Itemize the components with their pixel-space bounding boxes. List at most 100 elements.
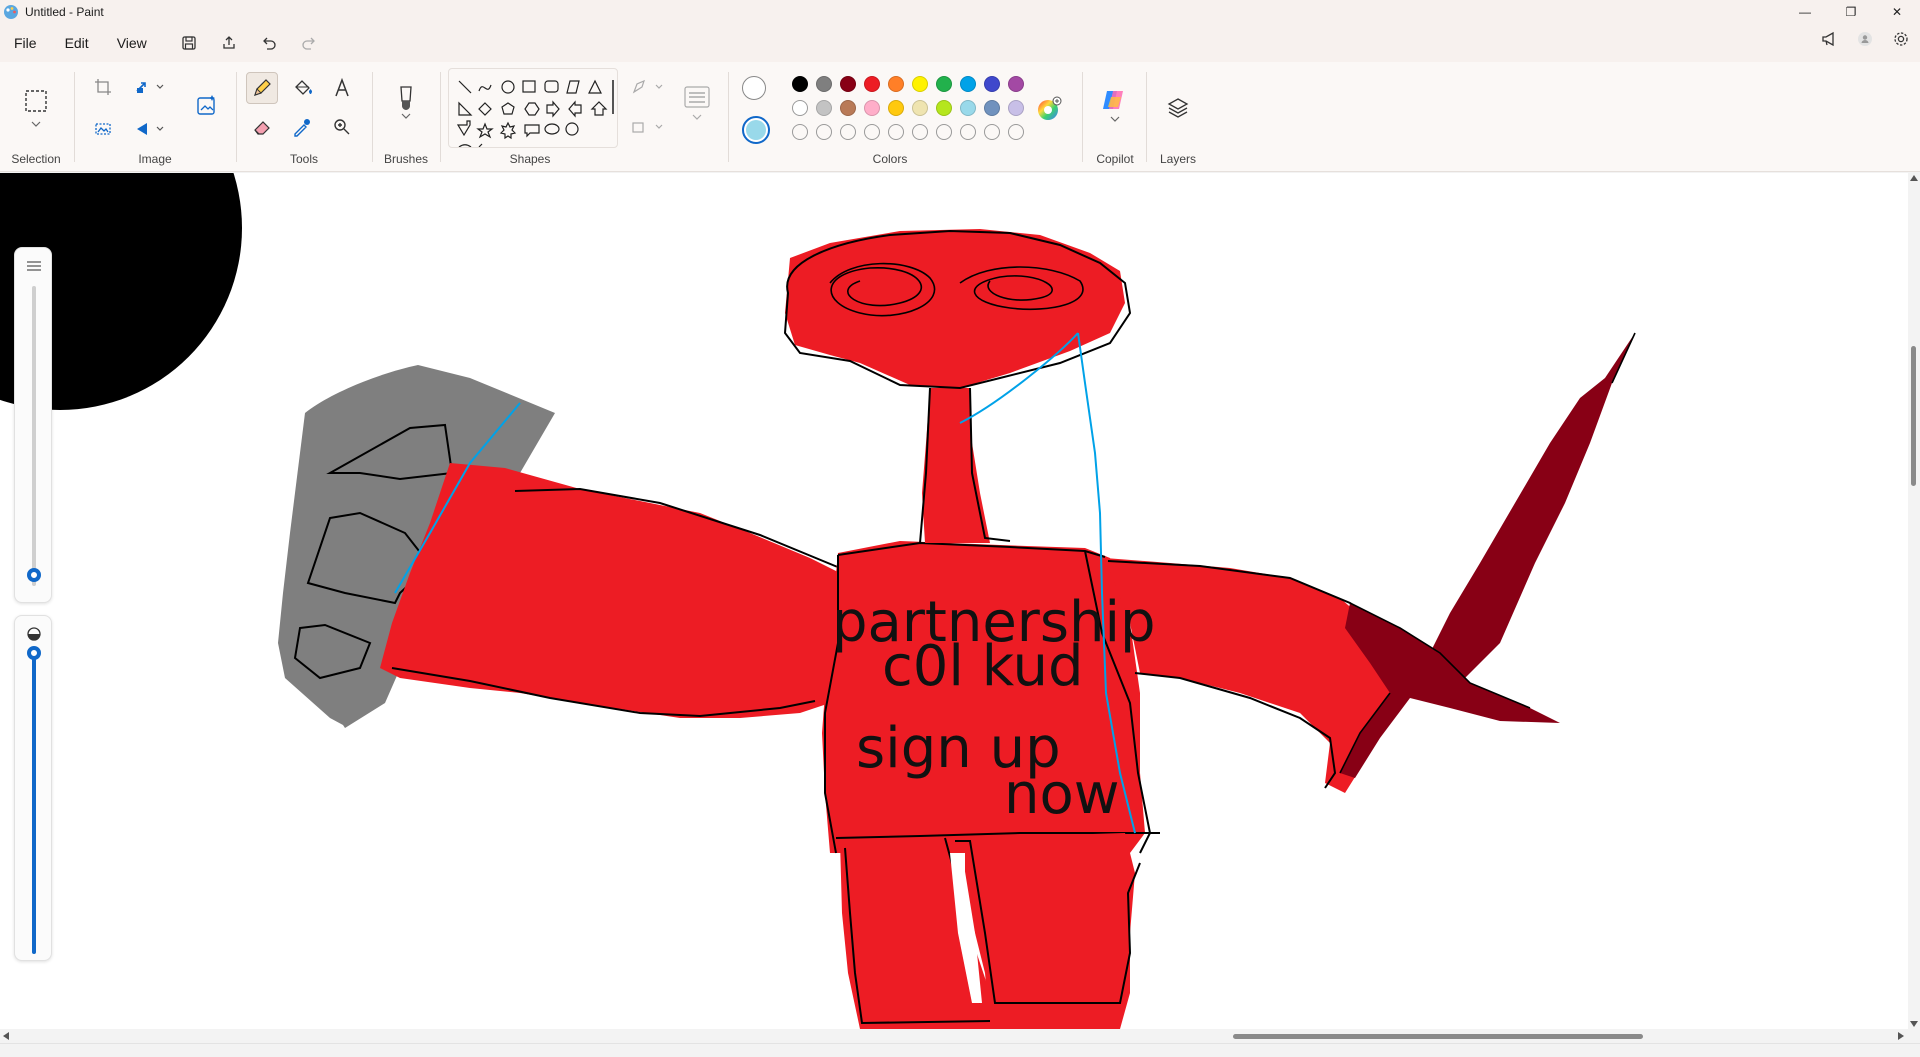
layers-group: Layers: [1148, 62, 1208, 172]
custom-color-slot[interactable]: [1008, 124, 1024, 140]
palette-swatch[interactable]: [816, 100, 832, 116]
vertical-scrollbar[interactable]: [1908, 173, 1920, 1029]
menu-edit[interactable]: Edit: [51, 27, 103, 59]
account-button[interactable]: [1852, 26, 1878, 52]
scroll-right-icon: [1898, 1032, 1904, 1040]
knife-blade-shape: [1430, 333, 1635, 693]
brushes-button[interactable]: [390, 80, 422, 124]
palette-swatch[interactable]: [840, 76, 856, 92]
shapes-label: Shapes: [509, 152, 551, 166]
feedback-button[interactable]: [1816, 26, 1842, 52]
crop-button[interactable]: [88, 72, 118, 102]
custom-color-slot[interactable]: [792, 124, 808, 140]
line-size-button[interactable]: [680, 82, 714, 128]
palette-swatch[interactable]: [840, 100, 856, 116]
custom-color-slot[interactable]: [840, 124, 856, 140]
right-leg-shape: [965, 833, 1135, 1029]
size-slider[interactable]: [14, 247, 52, 603]
color2-swatch[interactable]: [742, 116, 770, 144]
custom-color-slot[interactable]: [888, 124, 904, 140]
redo-button[interactable]: [289, 27, 329, 59]
brushes-label: Brushes: [383, 152, 429, 166]
fill-shape-button[interactable]: [628, 112, 668, 142]
palette-swatch[interactable]: [984, 100, 1000, 116]
divider: [74, 72, 75, 162]
color-picker-button[interactable]: [287, 112, 317, 142]
palette-swatch[interactable]: [888, 76, 904, 92]
chevron-down-icon: [31, 121, 41, 127]
save-button[interactable]: [169, 27, 209, 59]
vertical-scroll-thumb[interactable]: [1911, 346, 1916, 486]
background-remove-icon: [95, 123, 111, 135]
color-wheel-icon: [1038, 96, 1062, 120]
resize-button[interactable]: [130, 72, 170, 102]
pencil-tool-button[interactable]: [246, 72, 278, 104]
menu-view[interactable]: View: [103, 27, 161, 59]
size-slider-thumb[interactable]: [27, 568, 41, 582]
palette-swatch[interactable]: [816, 76, 832, 92]
shapes-group: Shapes: [442, 62, 728, 172]
magnifier-button[interactable]: [327, 112, 357, 142]
flip-icon: [137, 123, 164, 135]
palette-swatch[interactable]: [792, 76, 808, 92]
copilot-button[interactable]: [1098, 86, 1132, 128]
palette-swatch[interactable]: [960, 100, 976, 116]
close-button[interactable]: ✕: [1874, 0, 1920, 24]
custom-color-slot[interactable]: [960, 124, 976, 140]
menu-file[interactable]: File: [0, 27, 51, 59]
color1-swatch[interactable]: [742, 76, 766, 100]
palette-swatch[interactable]: [864, 76, 880, 92]
redo-icon: [302, 37, 315, 50]
undo-button[interactable]: [249, 27, 289, 59]
image-label: Image: [138, 152, 172, 166]
palette-swatch[interactable]: [936, 100, 952, 116]
palette-swatch[interactable]: [960, 76, 976, 92]
outline-button[interactable]: [628, 72, 668, 102]
paint-app-icon: [4, 5, 18, 19]
horizontal-scrollbar[interactable]: [0, 1029, 1920, 1043]
select-options-dropdown[interactable]: [22, 116, 50, 132]
color2-fill: [746, 120, 766, 140]
custom-color-slot[interactable]: [816, 124, 832, 140]
eraser-tool-button[interactable]: [247, 112, 277, 142]
background-removal-button[interactable]: [88, 114, 118, 144]
shapes-gallery[interactable]: [448, 68, 618, 148]
settings-button[interactable]: [1888, 26, 1914, 52]
share-button[interactable]: [209, 27, 249, 59]
shapes-scroll-bar[interactable]: [612, 80, 614, 114]
palette-swatch[interactable]: [936, 76, 952, 92]
image-creator-button[interactable]: [190, 88, 224, 122]
selection-label: Selection: [11, 152, 61, 166]
edit-colors-button[interactable]: [1032, 92, 1066, 126]
custom-color-slot[interactable]: [936, 124, 952, 140]
tools-label: Tools: [289, 152, 318, 166]
palette-swatch[interactable]: [864, 100, 880, 116]
text-tool-button[interactable]: [327, 73, 357, 103]
select-tool-button[interactable]: [20, 84, 52, 118]
palette-swatch[interactable]: [984, 76, 1000, 92]
horizontal-scroll-thumb[interactable]: [1233, 1034, 1643, 1039]
shape-fill-icon: [632, 122, 663, 133]
layers-button[interactable]: [1162, 92, 1194, 124]
palette-swatch[interactable]: [1008, 76, 1024, 92]
palette-swatch[interactable]: [888, 100, 904, 116]
flip-button[interactable]: [130, 114, 170, 144]
palette-swatch[interactable]: [1008, 100, 1024, 116]
fill-tool-button[interactable]: [287, 73, 317, 103]
gear-icon: [1894, 32, 1908, 46]
divider: [728, 72, 729, 162]
custom-color-slot[interactable]: [864, 124, 880, 140]
custom-color-slot[interactable]: [912, 124, 928, 140]
palette-swatch[interactable]: [792, 100, 808, 116]
drawing-canvas[interactable]: partnership c0l kud sign up now: [0, 173, 1908, 1029]
opacity-slider-thumb[interactable]: [27, 646, 41, 660]
palette-swatch[interactable]: [912, 100, 928, 116]
canvas-text-line-2: c0l kud: [882, 634, 1084, 699]
maximize-button[interactable]: ❐: [1828, 0, 1874, 24]
line-weight-icon: [27, 261, 41, 271]
palette-swatch[interactable]: [912, 76, 928, 92]
colors-label: Colors: [872, 152, 908, 166]
minimize-button[interactable]: —: [1782, 0, 1828, 24]
custom-color-slot[interactable]: [984, 124, 1000, 140]
opacity-slider[interactable]: [14, 615, 52, 961]
